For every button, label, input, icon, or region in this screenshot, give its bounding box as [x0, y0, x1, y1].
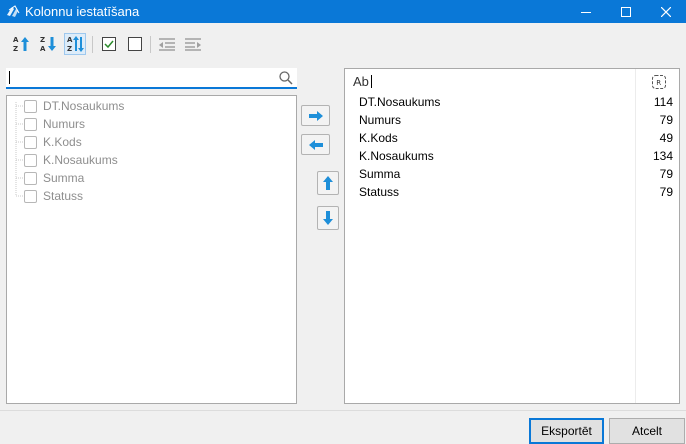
search-box[interactable] — [6, 68, 297, 89]
maximize-icon — [621, 6, 631, 17]
svg-text:R: R — [656, 79, 661, 87]
tree-item[interactable]: DT.Nosaukums — [7, 97, 296, 115]
column-name: DT.Nosaukums — [359, 95, 441, 109]
list-item[interactable]: K.Kods 49 — [345, 129, 679, 147]
tree-item[interactable]: K.Kods — [7, 133, 296, 151]
column-checkbox[interactable] — [24, 190, 37, 203]
sort-descending-button[interactable]: Z A — [37, 33, 59, 55]
search-input[interactable] — [9, 70, 269, 86]
arrow-right-icon — [308, 110, 323, 121]
svg-text:Z: Z — [40, 36, 45, 44]
dialog-footer: Eksportēt Atcelt — [0, 410, 686, 444]
tree-item-label: Numurs — [43, 117, 86, 131]
tree-item[interactable]: Statuss — [7, 187, 296, 205]
list-item[interactable]: K.Nosaukums 134 — [345, 147, 679, 165]
minimize-icon — [581, 11, 591, 13]
tree-item-label: DT.Nosaukums — [43, 99, 125, 113]
arrow-up-icon — [323, 176, 333, 190]
text-caret — [9, 71, 10, 84]
toolbar: A Z Z A A Z — [0, 29, 686, 63]
uncheck-all-button[interactable] — [124, 33, 146, 55]
column-width: 79 — [659, 185, 673, 199]
arrow-down-icon — [323, 211, 333, 225]
svg-text:Z: Z — [67, 45, 72, 53]
column-name: K.Nosaukums — [359, 149, 434, 163]
toolbar-separator — [92, 36, 93, 53]
sort-ascending-icon: A Z — [13, 36, 29, 53]
collapse-list-icon — [159, 38, 175, 51]
text-caret — [371, 75, 372, 88]
tree-item-label: K.Kods — [43, 135, 82, 149]
column-width: 49 — [659, 131, 673, 145]
tree-item-label: Statuss — [43, 189, 84, 203]
list-item[interactable]: Numurs 79 — [345, 111, 679, 129]
available-columns-tree[interactable]: DT.Nosaukums Numurs K.Kods K.Nosaukums S… — [6, 95, 297, 404]
filter-text[interactable]: Ab — [353, 74, 369, 89]
column-width: 79 — [659, 113, 673, 127]
list-header: Ab R — [345, 69, 679, 95]
expand-list-button[interactable] — [182, 33, 204, 55]
column-width-icon[interactable]: R — [651, 74, 667, 93]
column-checkbox[interactable] — [24, 136, 37, 149]
check-all-button[interactable] — [98, 33, 120, 55]
column-checkbox[interactable] — [24, 100, 37, 113]
column-checkbox[interactable] — [24, 172, 37, 185]
column-checkbox[interactable] — [24, 118, 37, 131]
window-title: Kolonnu iestatīšana — [25, 4, 140, 19]
tree-item[interactable]: Numurs — [7, 115, 296, 133]
uncheck-all-icon — [128, 37, 142, 51]
column-width: 79 — [659, 167, 673, 181]
column-name: K.Kods — [359, 131, 398, 145]
sort-ascending-button[interactable]: A Z — [10, 33, 32, 55]
svg-text:A: A — [67, 36, 73, 44]
move-up-button[interactable] — [317, 171, 339, 195]
list-item[interactable]: DT.Nosaukums 114 — [345, 93, 679, 111]
arrow-left-icon — [308, 139, 323, 150]
collapse-list-button[interactable] — [156, 33, 178, 55]
check-all-icon — [102, 37, 116, 51]
app-icon — [6, 4, 21, 19]
tree-item[interactable]: K.Nosaukums — [7, 151, 296, 169]
sort-toggle-icon: A Z — [67, 36, 84, 53]
export-button[interactable]: Eksportēt — [529, 418, 604, 444]
sort-toggle-button[interactable]: A Z — [64, 33, 86, 55]
search-icon[interactable] — [278, 70, 294, 89]
column-name: Statuss — [359, 185, 400, 199]
title-bar: Kolonnu iestatīšana — [0, 0, 686, 23]
toolbar-separator — [150, 36, 151, 53]
svg-text:Z: Z — [13, 45, 18, 53]
expand-list-icon — [185, 38, 201, 51]
move-down-button[interactable] — [317, 206, 339, 230]
close-icon — [661, 6, 671, 17]
svg-text:A: A — [40, 45, 46, 53]
column-width: 114 — [653, 95, 673, 109]
minimize-button[interactable] — [566, 0, 606, 23]
close-button[interactable] — [646, 0, 686, 23]
cancel-button[interactable]: Atcelt — [609, 418, 685, 444]
selected-columns-list[interactable]: Ab R DT.Nosaukums 114 Numurs 79 K.Kods 4… — [344, 68, 680, 404]
remove-column-button[interactable] — [301, 134, 330, 155]
maximize-button[interactable] — [606, 0, 646, 23]
tree-item-label: K.Nosaukums — [43, 153, 118, 167]
column-checkbox[interactable] — [24, 154, 37, 167]
sort-descending-icon: Z A — [40, 36, 56, 53]
add-column-button[interactable] — [301, 105, 330, 126]
svg-text:A: A — [13, 36, 19, 44]
list-item[interactable]: Statuss 79 — [345, 183, 679, 201]
tree-item-label: Summa — [43, 171, 85, 185]
tree-item[interactable]: Summa — [7, 169, 296, 187]
column-name: Numurs — [359, 113, 402, 127]
column-name: Summa — [359, 167, 401, 181]
list-item[interactable]: Summa 79 — [345, 165, 679, 183]
column-width: 134 — [652, 149, 673, 163]
